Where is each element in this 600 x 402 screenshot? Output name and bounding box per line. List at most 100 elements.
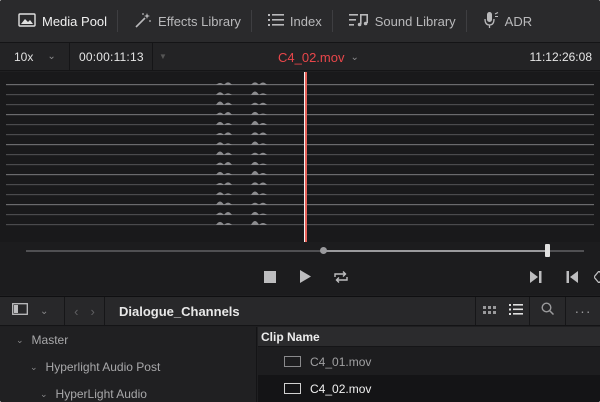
panel-toggle-button[interactable]: ⌄	[0, 297, 65, 325]
waveform-peak	[216, 121, 224, 125]
waveform-peak	[259, 173, 267, 175]
index-list-icon	[267, 13, 290, 29]
video-clip-icon	[284, 356, 301, 367]
waveform-channel	[6, 224, 594, 226]
app-window: Media Pool Effects Library Index Sound L…	[0, 0, 600, 402]
waveform-peak	[224, 122, 232, 125]
waveform-channel	[6, 184, 594, 186]
waveform-channel	[6, 164, 594, 166]
clip-list: Clip Name C4_01.mov C4_02.mov	[258, 327, 600, 402]
skip-forward-icon	[530, 270, 542, 288]
effects-wand-icon	[134, 12, 158, 31]
waveform-peak	[216, 201, 224, 205]
waveform-channel	[6, 104, 594, 106]
play-button[interactable]	[296, 270, 314, 288]
waveform-peak	[216, 192, 224, 195]
more-options-button[interactable]: ···	[566, 297, 600, 325]
waveform-peak	[224, 212, 232, 215]
zoom-dropdown[interactable]: 10x ⌄	[0, 43, 70, 70]
waveform-channel	[6, 94, 594, 96]
bin-title: Dialogue_Channels	[119, 303, 240, 319]
list-view-icon[interactable]	[508, 302, 523, 320]
waveform-peak	[259, 93, 267, 95]
waveform-peak	[259, 152, 267, 155]
tree-item-hyperlight-audio-post[interactable]: ⌄ Hyperlight Audio Post	[30, 354, 160, 380]
waveform-peak	[259, 123, 267, 125]
scrub-handle[interactable]	[545, 244, 550, 257]
waveform-channel	[6, 124, 594, 126]
waveform-peak	[251, 91, 259, 95]
waveform-peak	[259, 202, 267, 205]
waveform-peak	[251, 111, 259, 115]
zoom-value: 10x	[14, 49, 34, 64]
tree-item-hyperlight-audio[interactable]: ⌄ HyperLight Audio	[40, 381, 147, 402]
tab-adr[interactable]: ADR	[467, 0, 542, 42]
waveform-peak	[216, 221, 224, 225]
skip-back-icon	[566, 270, 578, 288]
waveform-peak	[216, 183, 224, 185]
waveform-peak	[224, 143, 232, 145]
waveform-peak	[259, 82, 267, 85]
waveform-peak	[251, 211, 259, 215]
scrub-in-point[interactable]	[320, 247, 327, 254]
sound-library-icon	[348, 13, 375, 30]
column-header-clip-name[interactable]: Clip Name	[258, 327, 600, 347]
marker-icon[interactable]: ▼	[153, 52, 173, 61]
chevron-down-icon: ⌄	[40, 388, 48, 399]
waveform-channel	[6, 214, 594, 216]
loop-button[interactable]	[332, 270, 350, 288]
stop-button[interactable]	[261, 270, 279, 288]
transport-controls	[0, 262, 600, 295]
clip-row[interactable]: C4_01.mov	[258, 348, 600, 375]
scrub-bar[interactable]	[0, 242, 600, 262]
waveform-peak	[224, 93, 232, 95]
forward-arrow-icon[interactable]: ›	[91, 304, 95, 319]
next-clip-button[interactable]	[527, 270, 545, 288]
video-clip-icon	[284, 383, 301, 394]
tab-index-label: Index	[289, 13, 322, 29]
search-button[interactable]	[530, 297, 566, 325]
waveform-peak	[216, 112, 224, 115]
previous-clip-button[interactable]	[563, 270, 581, 288]
waveform-peak	[259, 182, 267, 185]
playhead[interactable]	[304, 72, 307, 242]
waveform-peak	[251, 121, 259, 125]
more-icon: ···	[574, 303, 592, 319]
clip-name-label: C4_02.mov	[278, 49, 345, 65]
waveform-peak	[251, 82, 259, 85]
waveform-peak	[251, 152, 259, 155]
waveform-peak	[224, 222, 232, 225]
waveform-peak	[259, 132, 267, 135]
back-arrow-icon[interactable]: ‹	[74, 304, 78, 319]
tab-media-pool[interactable]: Media Pool	[0, 0, 117, 42]
tab-sound-library[interactable]: Sound Library	[333, 0, 466, 42]
waveform-channel	[6, 204, 594, 206]
waveform-peak	[224, 112, 232, 115]
waveform-channel	[6, 114, 594, 116]
waveform-peak	[224, 202, 232, 205]
stop-icon	[264, 270, 276, 288]
waveform-peak	[259, 163, 267, 165]
waveform-peak	[216, 142, 224, 145]
tab-effects-library[interactable]: Effects Library	[118, 0, 251, 42]
waveform-peak	[216, 162, 224, 165]
audio-waveform[interactable]	[0, 72, 600, 242]
tab-effects-library-label: Effects Library	[158, 13, 241, 29]
waveform-peak	[259, 113, 267, 115]
waveform-peak	[259, 143, 267, 145]
grid-view-icon[interactable]	[482, 302, 497, 320]
clip-name-dropdown[interactable]: C4_02.mov ⌄	[278, 43, 359, 71]
diamond-icon	[593, 269, 600, 288]
tree-item-master[interactable]: ⌄ Master	[16, 327, 68, 353]
tab-index[interactable]: Index	[252, 0, 332, 42]
waveform-peak	[251, 191, 259, 195]
waveform-peak	[251, 102, 259, 105]
current-timecode-value: 11:12:26:08	[529, 50, 592, 64]
timecode-in[interactable]: 00:00:11:13	[70, 43, 153, 70]
media-pool-icon	[18, 12, 42, 30]
panel-toolbar: Media Pool Effects Library Index Sound L…	[0, 0, 600, 43]
clip-row-selected[interactable]: C4_02.mov	[258, 375, 600, 402]
waveform-peak	[216, 212, 224, 215]
marker-nav-button[interactable]	[590, 269, 600, 288]
waveform-channel	[6, 84, 594, 86]
